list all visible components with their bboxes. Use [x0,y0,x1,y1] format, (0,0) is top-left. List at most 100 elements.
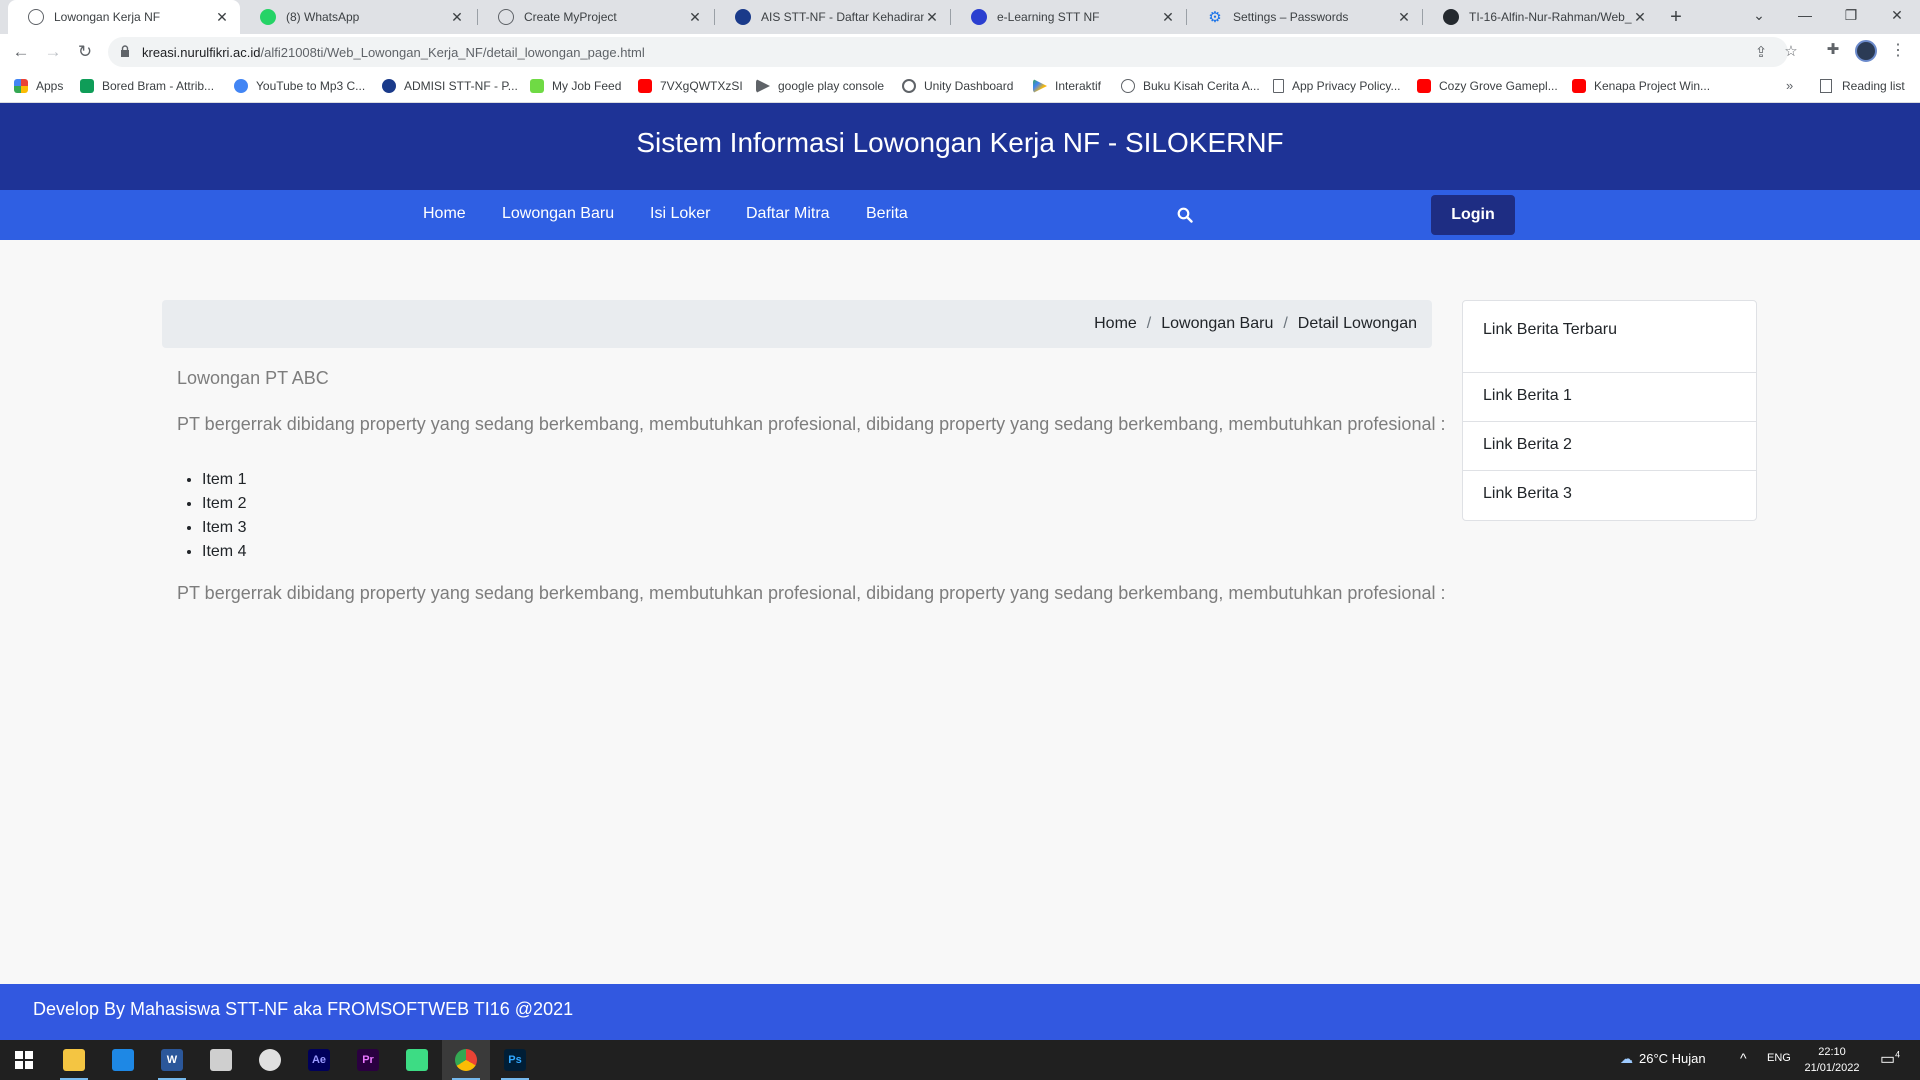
tray-chevron-up-icon[interactable]: ^ [1740,1050,1747,1066]
tab-search-chevron-icon[interactable]: ⌄ [1736,0,1782,34]
list-item: Item 4 [202,540,246,564]
bookmark-my-job-feed[interactable]: My Job Feed [530,79,621,93]
reload-icon[interactable]: ↻ [73,40,97,64]
avatar[interactable] [1855,40,1877,62]
sidebar-link-berita-1[interactable]: Link Berita 1 [1463,373,1756,422]
address-bar[interactable]: kreasi.nurulfikri.ac.id/alfi21008ti/Web_… [108,37,1798,67]
breadcrumb-separator: / [1283,315,1288,332]
tab-lowongan-kerja[interactable]: Lowongan Kerja NF ✕ [8,0,240,34]
taskbar-clip-studio[interactable] [246,1040,294,1080]
job-requirements-list: Item 1 Item 2 Item 3 Item 4 [202,468,246,564]
start-button[interactable] [0,1040,48,1080]
job-description-2: PT bergerrak dibidang property yang seda… [177,583,1446,603]
close-icon[interactable]: ✕ [1160,9,1176,26]
close-icon[interactable]: ✕ [924,9,940,26]
premiere-icon: Pr [357,1049,379,1071]
lock-icon [121,45,129,57]
taskbar-after-effects[interactable]: Ae [295,1040,343,1080]
taskbar-premiere[interactable]: Pr [344,1040,392,1080]
nav-lowongan-baru[interactable]: Lowongan Baru [502,205,614,223]
extensions-puzzle-icon[interactable]: ✚ [1822,40,1844,62]
gear-icon: ⚙ [1208,9,1222,26]
bookmark-bored-bram[interactable]: Bored Bram - Attrib... [80,79,214,93]
search-icon[interactable] [1177,207,1193,223]
unity-hub-icon [210,1049,232,1071]
bookmark-app-privacy[interactable]: App Privacy Policy... [1273,79,1400,93]
bookmark-label: ADMISI STT-NF - P... [404,79,518,93]
bookmarks-bar: Apps Bored Bram - Attrib... YouTube to M… [0,70,1920,103]
bookmark-buku-kisah[interactable]: Buku Kisah Cerita A... [1121,79,1260,93]
minimize-button[interactable]: — [1782,0,1828,34]
bookmark-youtube-video[interactable]: 7VXgQWTXzSI [638,79,743,93]
bookmark-youtube-mp3[interactable]: YouTube to Mp3 C... [234,79,365,93]
globe-icon [28,9,44,25]
nav-isi-loker[interactable]: Isi Loker [650,205,710,223]
tab-ais-stt-nf[interactable]: AIS STT-NF - Daftar Kehadiran ✕ [715,0,950,34]
taskbar-chrome[interactable] [442,1040,490,1080]
tab-title: Settings – Passwords [1233,10,1349,24]
tab-elearning[interactable]: e-Learning STT NF ✕ [951,0,1186,34]
close-icon[interactable]: ✕ [449,9,465,26]
back-arrow-icon[interactable]: ← [9,40,33,64]
bookmark-label: Buku Kisah Cerita A... [1143,79,1260,93]
clock-date: 21/01/2022 [1804,1062,1860,1074]
login-button[interactable]: Login [1431,195,1515,235]
taskbar-unity-hub[interactable] [197,1040,245,1080]
close-icon[interactable]: ✕ [1396,9,1412,26]
taskbar-photoshop[interactable]: Ps [491,1040,539,1080]
bookmark-apps[interactable]: Apps [14,79,63,93]
vscode-icon [112,1049,134,1071]
sidebar-link-berita-2[interactable]: Link Berita 2 [1463,422,1756,471]
word-icon: W [161,1049,183,1071]
nav-berita[interactable]: Berita [866,205,908,223]
breadcrumb-separator: / [1146,315,1152,332]
bookmark-cozy-grove[interactable]: Cozy Grove Gamepl... [1417,79,1558,93]
more-menu-icon[interactable]: ⋮ [1890,40,1906,60]
unity-icon [902,79,916,93]
share-icon[interactable]: ⇪ [1750,43,1772,65]
site-title: Sistem Informasi Lowongan Kerja NF - SIL… [636,127,1284,158]
bookmark-play-console[interactable]: google play console [756,79,884,93]
after-effects-icon: Ae [308,1049,330,1071]
tab-settings-passwords[interactable]: ⚙ Settings – Passwords ✕ [1187,0,1422,34]
star-icon[interactable]: ☆ [1780,42,1802,64]
bookmarks-overflow-button[interactable]: » [1786,78,1793,93]
tab-create-myproject[interactable]: Create MyProject ✕ [478,0,713,34]
weather-widget[interactable]: ☁ 26°C Hujan [1620,1051,1706,1067]
close-icon[interactable]: ✕ [1632,9,1648,26]
forward-arrow-icon[interactable]: → [41,40,65,64]
sidebar-link-berita-3[interactable]: Link Berita 3 [1463,471,1756,520]
tab-title: Create MyProject [524,10,617,24]
taskbar-vscode[interactable] [99,1040,147,1080]
nav-daftar-mitra[interactable]: Daftar Mitra [746,205,830,223]
close-icon[interactable]: ✕ [214,9,230,26]
language-indicator[interactable]: ENG [1767,1052,1791,1064]
breadcrumb-lowongan-baru[interactable]: Lowongan Baru [1161,315,1273,333]
bookmark-kenapa-project[interactable]: Kenapa Project Win... [1572,79,1710,93]
url-text: kreasi.nurulfikri.ac.id/alfi21008ti/Web_… [142,45,645,60]
bookmark-label: App Privacy Policy... [1292,79,1401,93]
breadcrumb-home[interactable]: Home [1094,315,1137,333]
window-close-button[interactable]: ✕ [1874,0,1920,34]
reading-list-button[interactable]: Reading list [1820,79,1905,93]
tab-github[interactable]: TI-16-Alfin-Nur-Rahman/Web_L ✕ [1423,0,1658,34]
taskbar-android-studio[interactable] [393,1040,441,1080]
restore-button[interactable]: ❐ [1828,0,1874,34]
clock[interactable]: 22:10 21/01/2022 [1800,1044,1864,1076]
nav-home[interactable]: Home [423,205,466,223]
browser-tab-strip: Lowongan Kerja NF ✕ (8) WhatsApp ✕ Creat… [0,0,1920,34]
close-icon[interactable]: ✕ [687,9,703,26]
bookmark-interaktif[interactable]: Interaktif [1033,79,1101,93]
bookmark-admisi[interactable]: ADMISI STT-NF - P... [382,79,518,93]
taskbar-file-explorer[interactable] [50,1040,98,1080]
list-item: Item 1 [202,468,246,492]
notification-count: 4 [1895,1049,1901,1060]
bookmark-unity-dashboard[interactable]: Unity Dashboard [902,79,1013,93]
taskbar-word[interactable]: W [148,1040,196,1080]
notification-center-button[interactable]: ▭4 [1880,1049,1900,1069]
tab-whatsapp[interactable]: (8) WhatsApp ✕ [240,0,475,34]
bookmark-label: YouTube to Mp3 C... [256,79,366,93]
upwork-icon [530,79,544,93]
tab-title: (8) WhatsApp [286,10,360,24]
new-tab-button[interactable]: + [1662,4,1690,32]
